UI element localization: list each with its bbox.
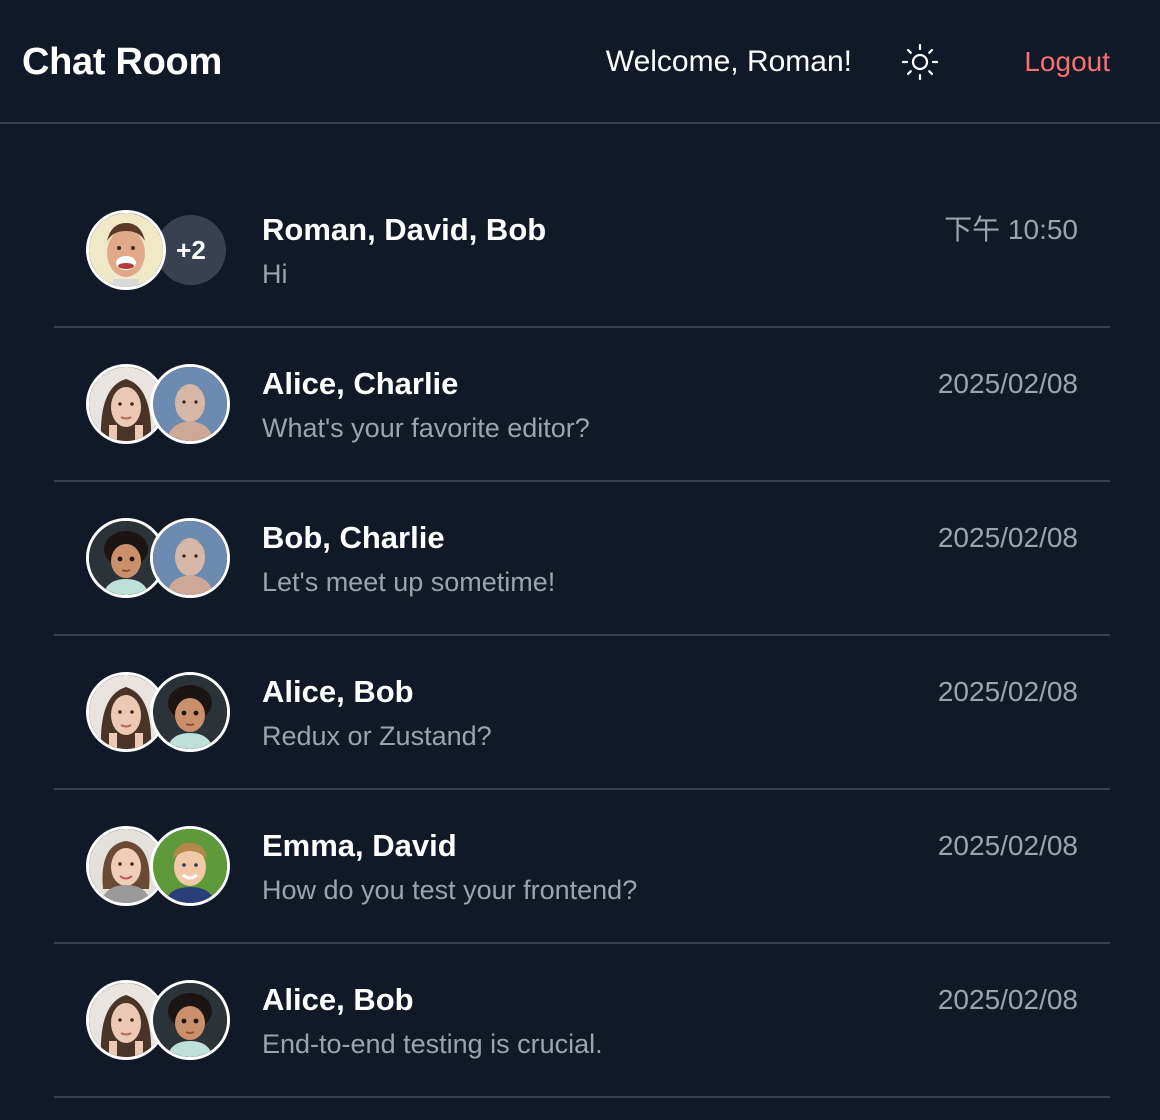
- chat-last-message: Let's meet up sometime!: [262, 567, 556, 597]
- avatar-group: [86, 980, 232, 1060]
- avatar-group: [86, 672, 232, 752]
- avatar-bob: [150, 980, 230, 1060]
- chat-list-item[interactable]: Alice, Charlie What's your favorite edit…: [54, 328, 1110, 482]
- chat-timestamp: 2025/02/08: [937, 676, 1078, 707]
- chat-timestamp: 2025/02/08: [937, 830, 1078, 861]
- avatar-group: [86, 364, 232, 444]
- avatar-group: [86, 826, 232, 906]
- chat-last-message: How do you test your frontend?: [262, 875, 638, 905]
- chat-list-item[interactable]: Emma, David How do you test your fronten…: [54, 790, 1110, 944]
- logout-button[interactable]: Logout: [1024, 42, 1110, 82]
- sun-icon: [901, 43, 939, 81]
- chat-last-message: End-to-end testing is crucial.: [262, 1029, 603, 1059]
- avatar-group: +2: [86, 210, 232, 290]
- app-header: Chat Room Welcome, Roman! Logout: [0, 0, 1160, 124]
- chat-timestamp: 2025/02/08: [937, 984, 1078, 1015]
- avatar-david: [150, 826, 230, 906]
- chat-participants: Alice, Bob: [262, 982, 414, 1017]
- chat-timestamp: 2025/02/08: [937, 522, 1078, 553]
- chat-timestamp: 2025/02/08: [937, 368, 1078, 399]
- extra-members-badge: +2: [156, 215, 226, 285]
- avatar-roman: [86, 210, 166, 290]
- avatar-charlie: [150, 518, 230, 598]
- avatar-charlie: [150, 364, 230, 444]
- chat-list-item[interactable]: Bob, Charlie Let's meet up sometime! 202…: [54, 482, 1110, 636]
- chat-list-item[interactable]: Alice, Bob Redux or Zustand? 2025/02/08: [54, 636, 1110, 790]
- chat-last-message: Hi: [262, 259, 288, 289]
- welcome-message: Welcome, Roman!: [605, 45, 852, 78]
- app-title: Chat Room: [22, 41, 222, 83]
- chat-participants: Roman, David, Bob: [262, 212, 547, 247]
- chat-participants: Bob, Charlie: [262, 520, 445, 555]
- chat-participants: Alice, Charlie: [262, 366, 459, 401]
- chat-participants: Emma, David: [262, 828, 457, 863]
- chat-last-message: Redux or Zustand?: [262, 721, 492, 751]
- avatar-group: [86, 518, 232, 598]
- chat-last-message: What's your favorite editor?: [262, 413, 590, 443]
- chat-timestamp: 下午 10:50: [944, 214, 1078, 245]
- avatar-bob: [150, 672, 230, 752]
- chat-participants: Alice, Bob: [262, 674, 414, 709]
- chat-list: +2 Roman, David, Bob Hi 下午 10:50 Alice, …: [54, 174, 1110, 1098]
- chat-list-item[interactable]: +2 Roman, David, Bob Hi 下午 10:50: [54, 174, 1110, 328]
- theme-toggle-button[interactable]: [900, 42, 940, 82]
- chat-list-item[interactable]: Alice, Bob End-to-end testing is crucial…: [54, 944, 1110, 1098]
